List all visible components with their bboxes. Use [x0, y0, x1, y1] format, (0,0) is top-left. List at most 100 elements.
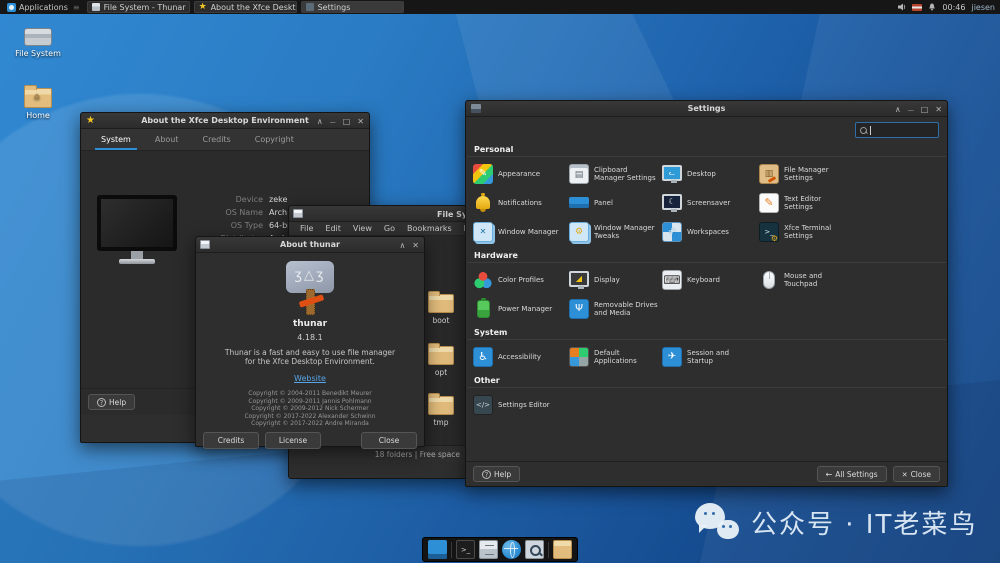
screensaver-monitor-icon: ☾	[662, 194, 682, 210]
hide-icon[interactable]	[908, 105, 914, 114]
notifications-bell-icon[interactable]	[928, 3, 936, 11]
keyboard-icon	[662, 270, 682, 290]
settings-item-color-profiles[interactable]: Color Profiles	[473, 265, 569, 294]
minimize-icon[interactable]	[399, 241, 405, 250]
settings-item-text-editor-settings[interactable]: Text Editor Settings	[759, 188, 947, 217]
license-button[interactable]: License	[265, 432, 321, 449]
arrow-left-icon	[826, 470, 833, 479]
hide-icon[interactable]	[330, 117, 336, 126]
user-name[interactable]: jiesen	[971, 3, 995, 12]
taskbar-window-about-xfce[interactable]: ★ About the Xfce Desktop E...	[194, 1, 297, 13]
menu-go[interactable]: Go	[379, 224, 400, 233]
settings-item-window-manager-tweaks[interactable]: Window Manager Tweaks	[569, 217, 662, 246]
menu-bookmarks[interactable]: Bookmarks	[402, 224, 457, 233]
dock-file-cabinet-icon[interactable]	[479, 540, 498, 559]
settings-item-workspaces[interactable]: Workspaces	[662, 217, 759, 246]
section-header-other: Other	[467, 374, 946, 388]
close-button[interactable]: Close	[361, 432, 417, 449]
maximize-icon[interactable]	[921, 105, 929, 114]
terminal-icon	[759, 222, 779, 242]
dock-file-manager-icon[interactable]	[553, 540, 572, 559]
settings-item-accessibility[interactable]: Accessibility	[473, 342, 569, 371]
about-xfce-tabs: System About Credits Copyright	[81, 129, 369, 151]
website-link[interactable]: Website	[294, 374, 326, 383]
folder-opt[interactable]: opt	[419, 346, 463, 377]
about-xfce-titlebar[interactable]: ★ About the Xfce Desktop Environment	[81, 113, 369, 129]
settings-item-clipboard-manager[interactable]: Clipboard Manager Settings	[569, 159, 662, 188]
maximize-icon[interactable]	[343, 117, 351, 126]
code-icon	[473, 395, 493, 415]
menu-file[interactable]: File	[295, 224, 318, 233]
folder-icon	[428, 294, 454, 313]
close-icon[interactable]	[935, 105, 942, 114]
close-icon[interactable]	[412, 241, 419, 250]
taskbar-window-thunar[interactable]: File System - Thunar	[87, 1, 190, 13]
settings-item-file-manager-settings[interactable]: File Manager Settings	[759, 159, 947, 188]
tab-system[interactable]: System	[89, 129, 143, 150]
keyboard-layout-indicator[interactable]	[912, 4, 922, 11]
settings-item-settings-editor[interactable]: Settings Editor	[473, 390, 569, 419]
about-thunar-titlebar[interactable]: About thunar	[196, 237, 424, 253]
mouse-icon	[759, 270, 779, 290]
settings-item-screensaver[interactable]: ☾Screensaver	[662, 188, 759, 217]
folder-tmp[interactable]: tmp	[419, 396, 463, 427]
settings-window: Settings Personal Appearance Clipboard M…	[465, 100, 948, 487]
panel-grip-icon: ≡	[73, 3, 80, 12]
desktop-icon-file-system[interactable]: File System	[9, 28, 67, 58]
settings-item-display[interactable]: ◢Display	[569, 265, 662, 294]
window-manager-icon	[473, 222, 493, 242]
dock-separator	[548, 542, 549, 558]
settings-item-removable-drives[interactable]: Removable Drives and Media	[569, 294, 662, 323]
dock-terminal-icon[interactable]	[456, 540, 475, 559]
menu-edit[interactable]: Edit	[320, 224, 346, 233]
tab-credits[interactable]: Credits	[191, 129, 243, 150]
settings-item-window-manager[interactable]: Window Manager	[473, 217, 569, 246]
applications-menu-label: Applications	[19, 3, 68, 12]
close-icon[interactable]	[357, 117, 364, 126]
menu-view[interactable]: View	[348, 224, 377, 233]
folder-icon	[428, 396, 454, 415]
computer-monitor-graphic	[97, 195, 177, 264]
section-header-personal: Personal	[467, 143, 946, 157]
volume-icon[interactable]	[898, 3, 906, 11]
dock-search-icon[interactable]	[525, 540, 544, 559]
help-button[interactable]: ?Help	[473, 466, 520, 482]
settings-item-notifications[interactable]: Notifications	[473, 188, 569, 217]
dock	[422, 537, 578, 562]
dock-separator	[451, 542, 452, 558]
credits-button[interactable]: Credits	[203, 432, 259, 449]
dock-show-desktop-icon[interactable]	[428, 540, 447, 559]
minimize-icon[interactable]	[895, 105, 901, 114]
settings-item-power-manager[interactable]: Power Manager	[473, 294, 569, 323]
help-button[interactable]: ?Help	[88, 394, 135, 410]
settings-item-xfce-terminal-settings[interactable]: Xfce Terminal Settings	[759, 217, 947, 246]
settings-item-mouse-touchpad[interactable]: Mouse and Touchpad	[759, 265, 947, 294]
settings-item-keyboard[interactable]: Keyboard	[662, 265, 759, 294]
clock[interactable]: 00:46	[942, 3, 965, 12]
app-name: thunar	[196, 319, 424, 329]
desktop-icon-home[interactable]: Home	[9, 88, 67, 120]
all-settings-button[interactable]: All Settings	[817, 466, 887, 482]
taskbar-window-settings[interactable]: Settings	[301, 1, 404, 13]
minimize-icon[interactable]	[317, 117, 323, 126]
wechat-icon	[695, 503, 739, 541]
search-input[interactable]	[855, 122, 939, 138]
applications-menu-button[interactable]: Applications	[3, 0, 72, 14]
accessibility-icon	[473, 347, 493, 367]
settings-item-session-startup[interactable]: Session and Startup	[662, 342, 759, 371]
settings-item-desktop[interactable]: ᓚDesktop	[662, 159, 759, 188]
close-button[interactable]: Close	[893, 466, 940, 482]
clipboard-icon	[569, 164, 589, 184]
tab-copyright[interactable]: Copyright	[243, 129, 306, 150]
folder-boot[interactable]: boot	[419, 294, 463, 325]
desktop-monitor-icon: ᓚ	[662, 165, 682, 181]
settings-item-default-applications[interactable]: Default Applications	[569, 342, 662, 371]
about-thunar-dialog: About thunar ʒ△ʒ thunar 4.18.1 Thunar is…	[195, 236, 425, 447]
settings-titlebar[interactable]: Settings	[466, 101, 947, 117]
thunar-titlebar[interactable]: File System - Thunar	[289, 206, 466, 222]
xfce-applications-icon	[7, 3, 16, 12]
settings-item-panel[interactable]: Panel	[569, 188, 662, 217]
settings-item-appearance[interactable]: Appearance	[473, 159, 569, 188]
dock-web-browser-icon[interactable]	[502, 540, 521, 559]
tab-about[interactable]: About	[143, 129, 191, 150]
